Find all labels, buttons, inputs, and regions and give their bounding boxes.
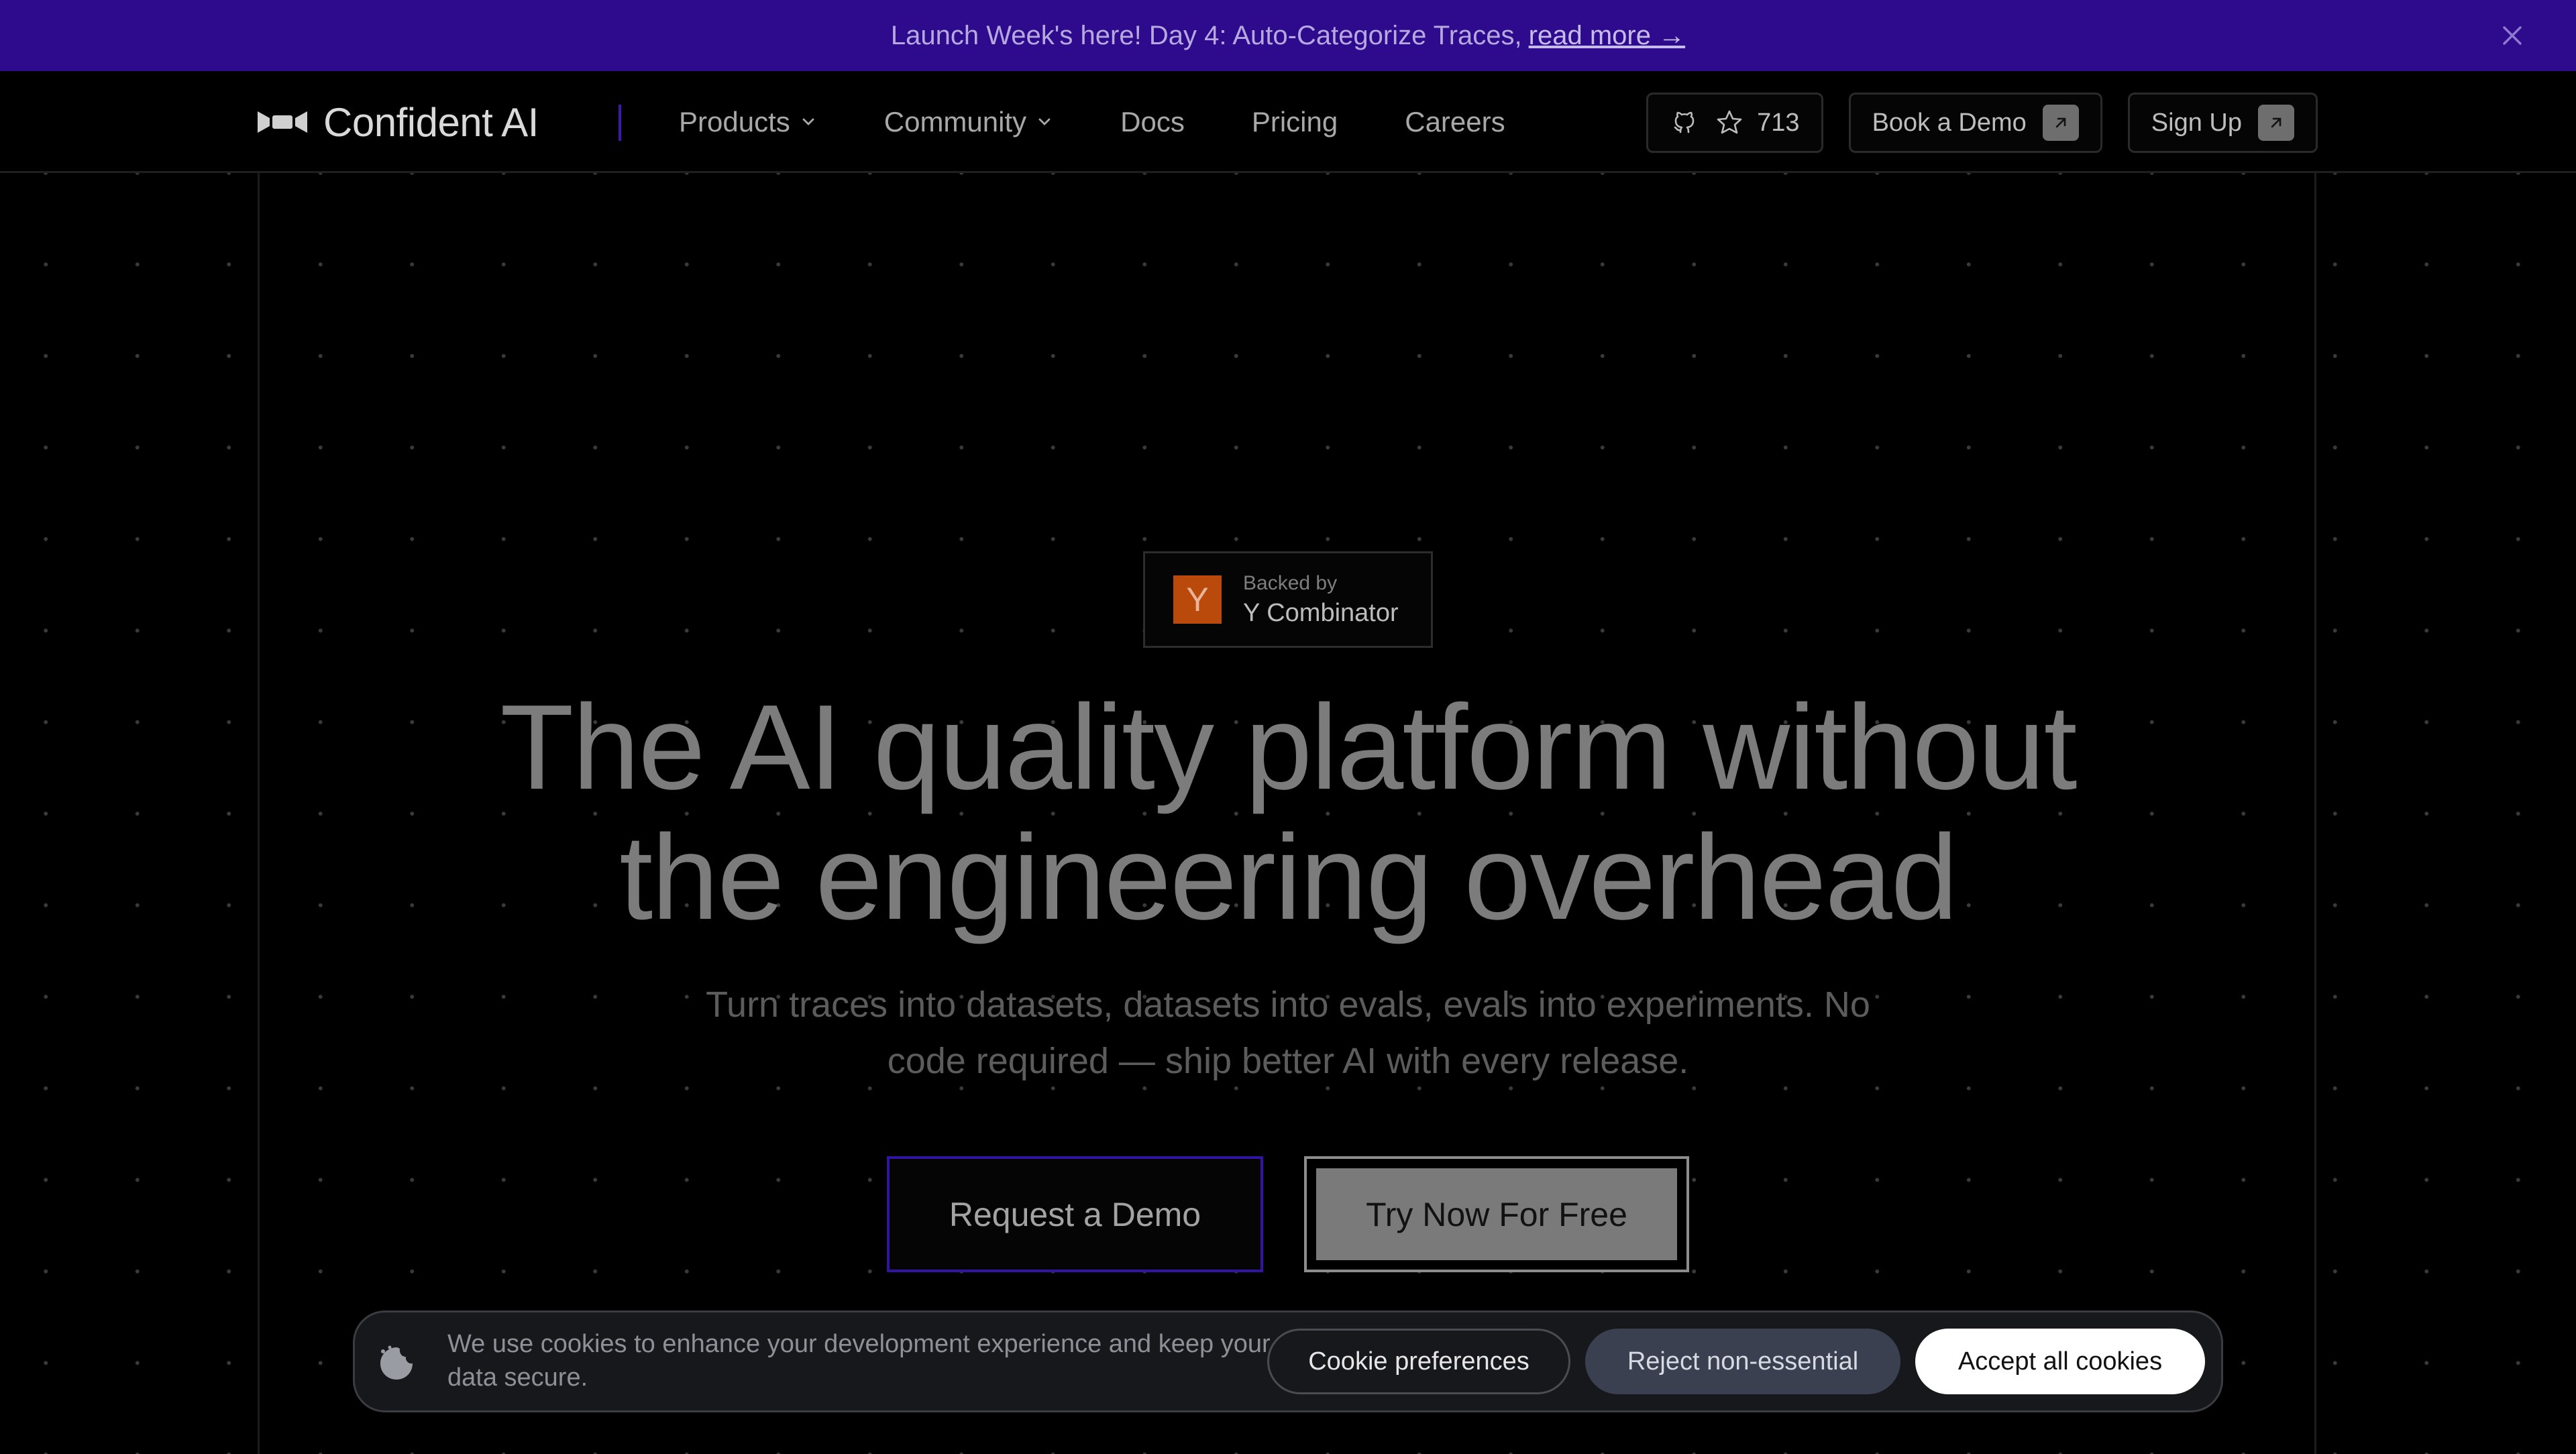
nav-pricing[interactable]: Pricing bbox=[1252, 106, 1338, 138]
arrow-up-right-icon bbox=[2258, 105, 2294, 141]
nav-careers[interactable]: Careers bbox=[1405, 106, 1505, 138]
hero-subtitle-line1: Turn traces into datasets, datasets into… bbox=[706, 985, 1870, 1025]
nav-community-label: Community bbox=[883, 106, 1027, 137]
backed-by-yc-badge[interactable]: Y Backed by Y Combinator bbox=[1143, 551, 1433, 648]
try-now-label: Try Now For Free bbox=[1316, 1168, 1677, 1260]
nav-divider bbox=[619, 105, 621, 141]
y-combinator-logo-icon: Y bbox=[1173, 575, 1222, 624]
github-stars-button[interactable]: 713 bbox=[1646, 93, 1823, 153]
request-demo-button[interactable]: Request a Demo bbox=[887, 1156, 1263, 1272]
announcement-text: Launch Week's here! Day 4: Auto-Categori… bbox=[890, 20, 1522, 50]
announcement-read-more-link[interactable]: read more → bbox=[1529, 21, 1685, 51]
logo[interactable]: Confident AI bbox=[256, 98, 539, 146]
accept-all-cookies-button[interactable]: Accept all cookies bbox=[1915, 1329, 2205, 1394]
hero-title-line2: the engineering overhead bbox=[619, 810, 1958, 945]
confident-ai-logo-icon bbox=[258, 111, 307, 133]
nav-actions: 713 Book a Demo Sign Up bbox=[1646, 93, 2318, 153]
nav-docs[interactable]: Docs bbox=[1120, 106, 1185, 138]
hero-title: The AI quality platform without the engi… bbox=[0, 683, 2576, 943]
nav-links: Products Community Docs Pricing Careers bbox=[679, 71, 1572, 173]
sign-up-label: Sign Up bbox=[2151, 108, 2242, 137]
nav-products-label: Products bbox=[679, 106, 790, 137]
book-demo-label: Book a Demo bbox=[1872, 108, 2027, 137]
badge-small-text: Backed by bbox=[1243, 571, 1338, 594]
close-icon[interactable] bbox=[2496, 19, 2529, 52]
chevron-down-icon bbox=[802, 118, 814, 125]
hero-title-line1: The AI quality platform without bbox=[500, 680, 2077, 815]
nav-products[interactable]: Products bbox=[679, 106, 817, 138]
cookie-buttons: Cookie preferences Reject non-essential … bbox=[1267, 1329, 2205, 1394]
badge-big-text: Y Combinator bbox=[1243, 598, 1399, 627]
try-now-button[interactable]: Try Now For Free bbox=[1304, 1156, 1689, 1272]
navbar: Confident AI Products Community Docs Pri… bbox=[0, 71, 2576, 173]
hero-subtitle: Turn traces into datasets, datasets into… bbox=[671, 976, 1905, 1089]
star-icon bbox=[1717, 110, 1742, 134]
hero-subtitle-line2: code required — ship better AI with ever… bbox=[887, 1041, 1689, 1081]
cookie-message: We use cookies to enhance your developme… bbox=[447, 1330, 1271, 1392]
logo-text: Confident AI bbox=[323, 99, 539, 145]
reject-non-essential-button[interactable]: Reject non-essential bbox=[1585, 1329, 1900, 1394]
github-star-count: 713 bbox=[1757, 108, 1800, 137]
sign-up-button[interactable]: Sign Up bbox=[2127, 93, 2318, 153]
cookie-preferences-button[interactable]: Cookie preferences bbox=[1267, 1329, 1570, 1394]
nav-community[interactable]: Community bbox=[884, 106, 1053, 138]
book-demo-button[interactable]: Book a Demo bbox=[1848, 93, 2102, 153]
cookie-icon bbox=[380, 1345, 413, 1380]
cookie-banner: We use cookies to enhance your developme… bbox=[353, 1310, 2223, 1412]
github-icon bbox=[1674, 111, 1695, 133]
announcement-bar: Launch Week's here! Day 4: Auto-Categori… bbox=[0, 0, 2576, 71]
chevron-down-icon bbox=[1038, 118, 1051, 125]
arrow-up-right-icon bbox=[2042, 105, 2079, 141]
